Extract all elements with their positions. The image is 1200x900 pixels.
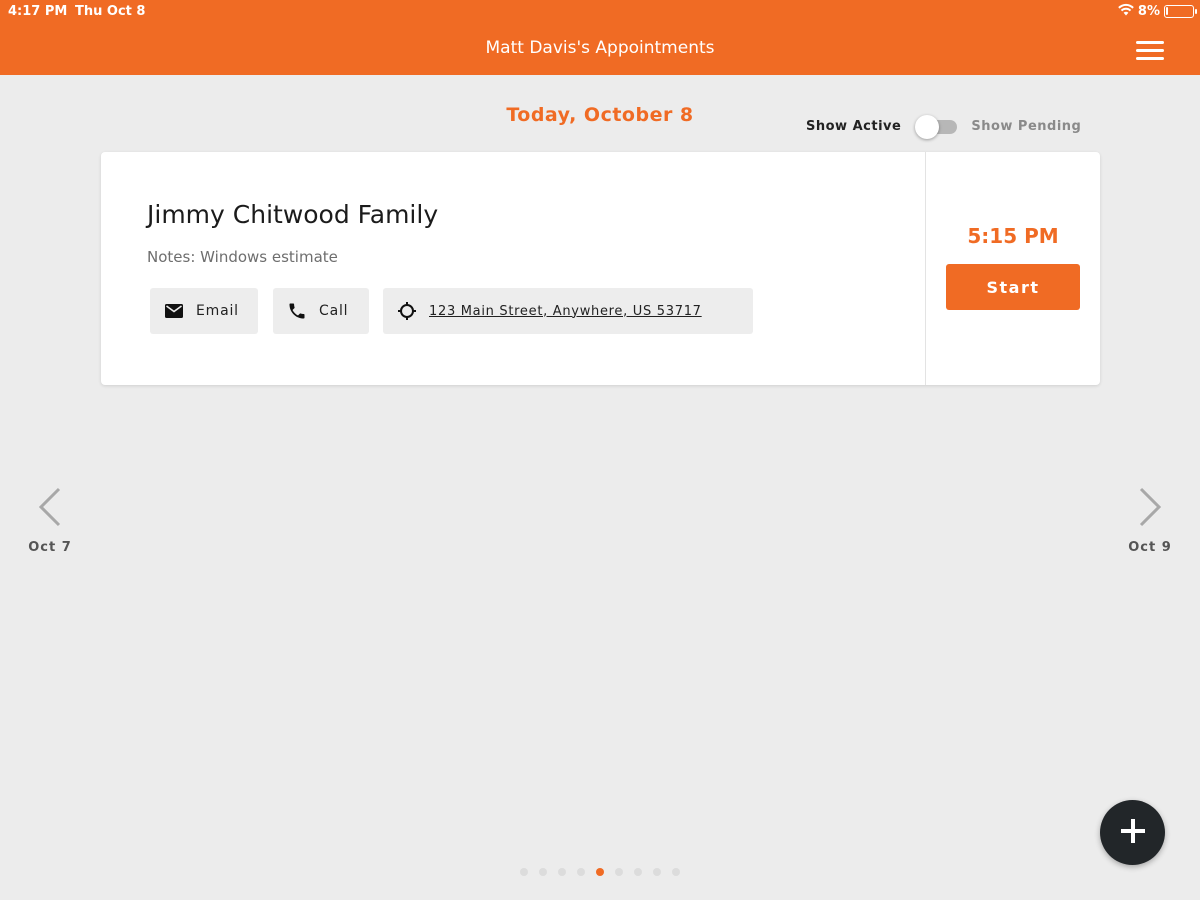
page-dot[interactable] — [520, 868, 528, 876]
status-bar: 4:17 PM Thu Oct 8 8% — [0, 0, 1200, 24]
email-button[interactable]: Email — [150, 288, 258, 334]
address-text: 123 Main Street, Anywhere, US 53717 — [429, 303, 702, 319]
email-label: Email — [196, 303, 239, 319]
card-divider — [925, 152, 926, 385]
email-icon — [164, 301, 184, 321]
wifi-icon — [1118, 3, 1134, 20]
page-dot[interactable] — [672, 868, 680, 876]
next-day-label: Oct 9 — [1128, 540, 1172, 555]
appointment-name: Jimmy Chitwood Family — [147, 200, 439, 229]
plus-icon — [1119, 817, 1147, 849]
page-dot[interactable] — [539, 868, 547, 876]
toggle-switch[interactable] — [915, 115, 958, 139]
appointment-card[interactable]: Jimmy Chitwood Family Notes: Windows est… — [101, 152, 1100, 385]
status-time: 4:17 PM — [8, 4, 68, 19]
status-date: Thu Oct 8 — [75, 4, 146, 19]
location-crosshair-icon — [397, 301, 417, 321]
previous-day-label: Oct 7 — [28, 540, 72, 555]
page-dot[interactable] — [596, 868, 604, 876]
chevron-right-icon — [1135, 487, 1165, 532]
previous-day-button[interactable]: Oct 7 — [10, 486, 90, 555]
page-dot[interactable] — [653, 868, 661, 876]
battery-percent: 8% — [1137, 4, 1160, 19]
address-link[interactable]: 123 Main Street, Anywhere, US 53717 — [383, 288, 753, 334]
battery-icon — [1164, 5, 1197, 18]
page-dot[interactable] — [558, 868, 566, 876]
page-indicator — [520, 868, 680, 876]
phone-icon — [287, 301, 307, 321]
show-active-label[interactable]: Show Active — [806, 119, 901, 134]
add-appointment-button[interactable] — [1100, 800, 1165, 865]
hamburger-menu-icon[interactable] — [1136, 41, 1164, 61]
show-pending-label[interactable]: Show Pending — [971, 119, 1081, 134]
page-dot[interactable] — [577, 868, 585, 876]
toggle-knob[interactable] — [915, 115, 940, 139]
chevron-left-icon — [35, 487, 65, 532]
call-button[interactable]: Call — [273, 288, 369, 334]
appointment-time: 5:15 PM — [967, 224, 1059, 248]
status-right: 8% — [1118, 3, 1197, 20]
app-bar: Matt Davis's Appointments — [0, 24, 1200, 75]
start-button[interactable]: Start — [946, 264, 1080, 310]
active-pending-toggle: Show Active Show Pending — [806, 115, 1081, 139]
page-dot[interactable] — [634, 868, 642, 876]
next-day-button[interactable]: Oct 9 — [1110, 486, 1190, 555]
call-label: Call — [319, 303, 349, 319]
app-title: Matt Davis's Appointments — [485, 38, 715, 58]
appointment-notes: Notes: Windows estimate — [147, 248, 338, 266]
page-dot[interactable] — [615, 868, 623, 876]
